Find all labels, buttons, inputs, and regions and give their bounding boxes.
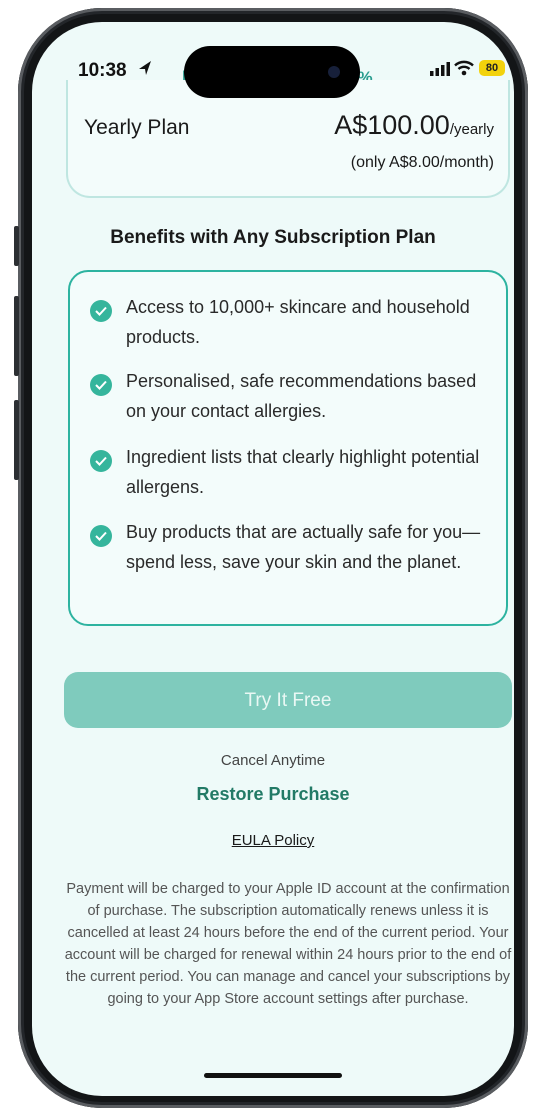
mute-switch bbox=[14, 226, 19, 266]
home-indicator[interactable] bbox=[204, 1073, 342, 1078]
battery-indicator: 80 bbox=[479, 60, 505, 76]
front-camera bbox=[328, 66, 340, 78]
volume-down-button bbox=[14, 400, 19, 480]
check-circle-icon bbox=[90, 450, 112, 472]
plan-price: A$100.00/yearly bbox=[334, 110, 494, 141]
dynamic-island bbox=[184, 46, 360, 98]
subscription-disclaimer: Payment will be charged to your Apple ID… bbox=[64, 881, 512, 1007]
status-time: 10:38 bbox=[78, 60, 127, 81]
check-circle-icon bbox=[90, 525, 112, 547]
benefits-list: Access to 10,000+ skincare and household… bbox=[68, 270, 508, 626]
volume-up-button bbox=[14, 296, 19, 376]
try-it-free-button[interactable]: Try It Free bbox=[64, 672, 512, 728]
plan-monthly-note: (only A$8.00/month) bbox=[350, 154, 494, 171]
cancel-anytime-note: Cancel Anytime bbox=[220, 752, 326, 769]
benefit-text: Buy products that are actually safe for … bbox=[126, 522, 481, 572]
wifi-icon bbox=[454, 60, 474, 76]
plan-price-value: A$100.00 bbox=[334, 110, 450, 140]
eula-policy-link[interactable]: EULA Policy bbox=[32, 832, 514, 849]
plan-name: Yearly Plan bbox=[84, 116, 190, 139]
check-circle-icon bbox=[90, 374, 112, 396]
app-screen: 10:38 Be 0% 80 Yearly Plan A$100.00/year… bbox=[32, 22, 514, 1096]
benefit-text: Personalised, safe recommendations based… bbox=[126, 371, 477, 421]
restore-purchase-link[interactable]: Restore Purchase bbox=[32, 784, 514, 805]
location-arrow-icon bbox=[139, 61, 151, 75]
cellular-signal-icon bbox=[430, 62, 450, 76]
status-bar: 10:38 Be 0% 80 bbox=[32, 22, 514, 98]
plan-period: /yearly bbox=[449, 121, 494, 138]
benefit-text: Ingredient lists that clearly highlight … bbox=[126, 447, 480, 497]
check-circle-icon bbox=[90, 300, 112, 322]
benefit-text: Access to 10,000+ skincare and household… bbox=[126, 297, 470, 347]
benefits-title: Benefits with Any Subscription Plan bbox=[110, 227, 436, 248]
